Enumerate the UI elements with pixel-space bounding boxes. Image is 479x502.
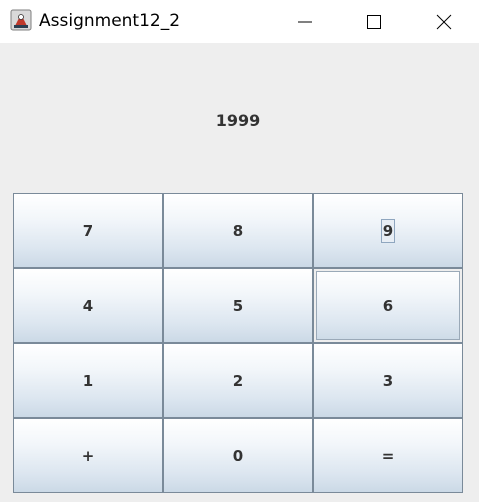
key-label: 4 — [82, 296, 94, 315]
java-app-icon — [10, 9, 32, 31]
key-4-button[interactable]: 4 — [13, 268, 163, 343]
key-0-button[interactable]: 0 — [163, 418, 313, 493]
key-label: 5 — [232, 296, 244, 315]
maximize-button[interactable] — [351, 0, 397, 43]
key-label: 9 — [380, 218, 396, 243]
minimize-button[interactable] — [282, 0, 328, 43]
key-label: 2 — [232, 371, 244, 390]
close-icon — [436, 14, 452, 29]
key-label: 1 — [82, 371, 94, 390]
key-label: 0 — [232, 446, 244, 465]
result-display: 1999 — [13, 100, 463, 140]
close-button[interactable] — [421, 0, 467, 43]
key-7-button[interactable]: 7 — [13, 193, 163, 268]
key-5-button[interactable]: 5 — [163, 268, 313, 343]
key-label: 3 — [382, 371, 394, 390]
key-2-button[interactable]: 2 — [163, 343, 313, 418]
title-bar[interactable]: Assignment12_2 — [0, 0, 479, 43]
key-9-button[interactable]: 9 — [313, 193, 463, 268]
key-6-button[interactable]: 6 — [313, 268, 463, 343]
minimize-icon — [298, 21, 312, 22]
equals-button[interactable]: = — [313, 418, 463, 493]
key-3-button[interactable]: 3 — [313, 343, 463, 418]
plus-button[interactable]: + — [13, 418, 163, 493]
window-title: Assignment12_2 — [39, 11, 181, 31]
app-window: Assignment12_2 1999 7 8 9 4 5 6 1 2 3 + … — [0, 0, 479, 502]
key-label: 6 — [382, 296, 394, 315]
key-1-button[interactable]: 1 — [13, 343, 163, 418]
key-label: = — [381, 446, 395, 465]
key-label: 8 — [232, 221, 244, 240]
key-label: + — [81, 446, 95, 465]
maximize-icon — [367, 14, 381, 29]
result-value: 1999 — [215, 110, 261, 130]
key-8-button[interactable]: 8 — [163, 193, 313, 268]
key-label: 7 — [82, 221, 94, 240]
keypad: 7 8 9 4 5 6 1 2 3 + 0 = — [13, 193, 463, 493]
